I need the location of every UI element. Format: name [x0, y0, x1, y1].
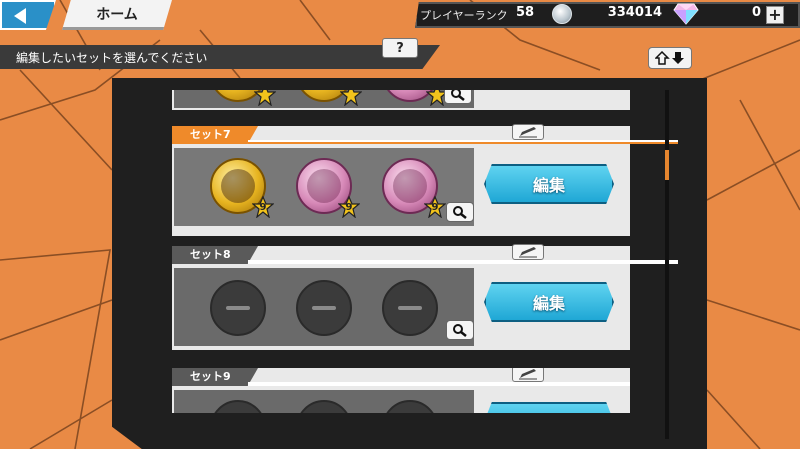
edit-button[interactable]: 編集	[484, 164, 614, 204]
empty-medal-slot[interactable]	[296, 280, 352, 336]
pen-icon	[519, 247, 537, 258]
player-rank-value: 58	[516, 5, 535, 20]
gem-count: 0	[751, 5, 761, 20]
set-tab-label: セット7	[172, 126, 258, 144]
magnifier-icon	[453, 206, 467, 219]
rename-button[interactable]	[512, 368, 544, 382]
star-count: 9	[431, 202, 439, 213]
pen-icon	[519, 127, 537, 138]
zoom-button[interactable]	[446, 320, 474, 340]
rename-button[interactable]	[512, 124, 544, 140]
star-badge-icon	[254, 90, 276, 106]
star-badge-icon	[340, 90, 362, 106]
empty-medal-slot[interactable]	[210, 280, 266, 336]
gem-icon	[673, 3, 699, 25]
set-tab-label: セット8	[172, 246, 258, 264]
instruction-text: 編集したいセットを選んでください	[16, 51, 208, 65]
scrollbar-thumb[interactable]	[665, 150, 669, 180]
rename-button[interactable]	[512, 244, 544, 260]
scrollbar-track[interactable]	[665, 90, 669, 439]
coin-count: 334014	[607, 5, 662, 20]
empty-medal-slot[interactable]	[382, 280, 438, 336]
zoom-button[interactable]	[444, 90, 472, 104]
coin-icon	[552, 4, 572, 24]
pen-icon	[519, 369, 537, 380]
zoom-button[interactable]	[446, 202, 474, 222]
edit-button[interactable]: 編集	[484, 282, 614, 322]
back-arrow-icon	[14, 8, 26, 24]
sort-button[interactable]	[648, 47, 692, 69]
set-row-7[interactable]: セット7 9 9 9 編集	[172, 124, 678, 236]
set-row-previous	[172, 90, 630, 110]
magnifier-icon	[451, 90, 465, 101]
buy-gems-button[interactable]: +	[766, 6, 784, 24]
magnifier-icon	[453, 324, 467, 337]
help-button[interactable]: ?	[382, 38, 418, 58]
set-row-8[interactable]: セット8 編集	[172, 244, 678, 350]
set-tab-label: セット9	[172, 368, 258, 386]
star-count: 9	[259, 202, 267, 213]
player-rank-label: プレイヤーランク	[420, 9, 508, 22]
set-row-9[interactable]: セット9	[172, 368, 630, 413]
edit-button[interactable]	[484, 402, 614, 413]
home-button[interactable]: ホーム	[62, 0, 172, 30]
sort-arrows-icon	[655, 51, 684, 65]
star-count: 9	[345, 202, 353, 213]
